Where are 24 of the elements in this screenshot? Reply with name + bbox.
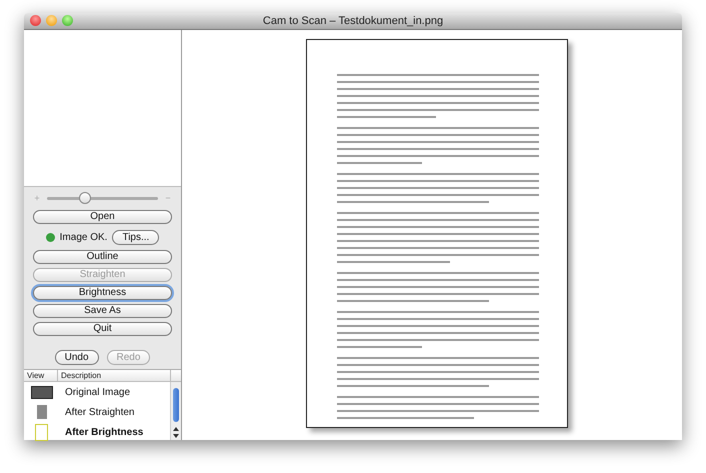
tips-button[interactable]: Tips... <box>112 230 160 244</box>
zoom-button[interactable] <box>62 15 73 26</box>
column-header[interactable]: View <box>24 370 58 381</box>
close-button[interactable] <box>30 15 41 26</box>
action-button[interactable]: Outline <box>33 250 172 264</box>
action-button[interactable]: Save As <box>33 304 172 318</box>
slider-min-label: + <box>33 193 41 203</box>
thumbnail-picture <box>30 386 52 398</box>
undo-button[interactable]: Undo <box>54 350 98 365</box>
minimize-button[interactable] <box>46 15 57 26</box>
action-button[interactable]: Quit <box>33 322 172 336</box>
scroll-bar[interactable] <box>170 382 181 440</box>
slider[interactable] <box>47 192 158 204</box>
table-cell[interactable]: After Brightness <box>59 426 144 438</box>
action-button[interactable]: Open <box>33 210 172 224</box>
slider-thumb[interactable] <box>78 192 91 204</box>
thumbnail-picture <box>36 405 46 419</box>
status-text: Image OK. <box>60 232 108 242</box>
window-title: Cam to Scan – Testdokument_in.png <box>262 15 444 27</box>
column-header[interactable]: Description <box>58 370 171 381</box>
slider-max-label: − <box>164 193 172 203</box>
table-cell[interactable]: After Straighten <box>59 406 134 418</box>
action-button[interactable]: Brightness <box>33 286 172 300</box>
table-cell[interactable]: Original Image <box>59 386 130 398</box>
